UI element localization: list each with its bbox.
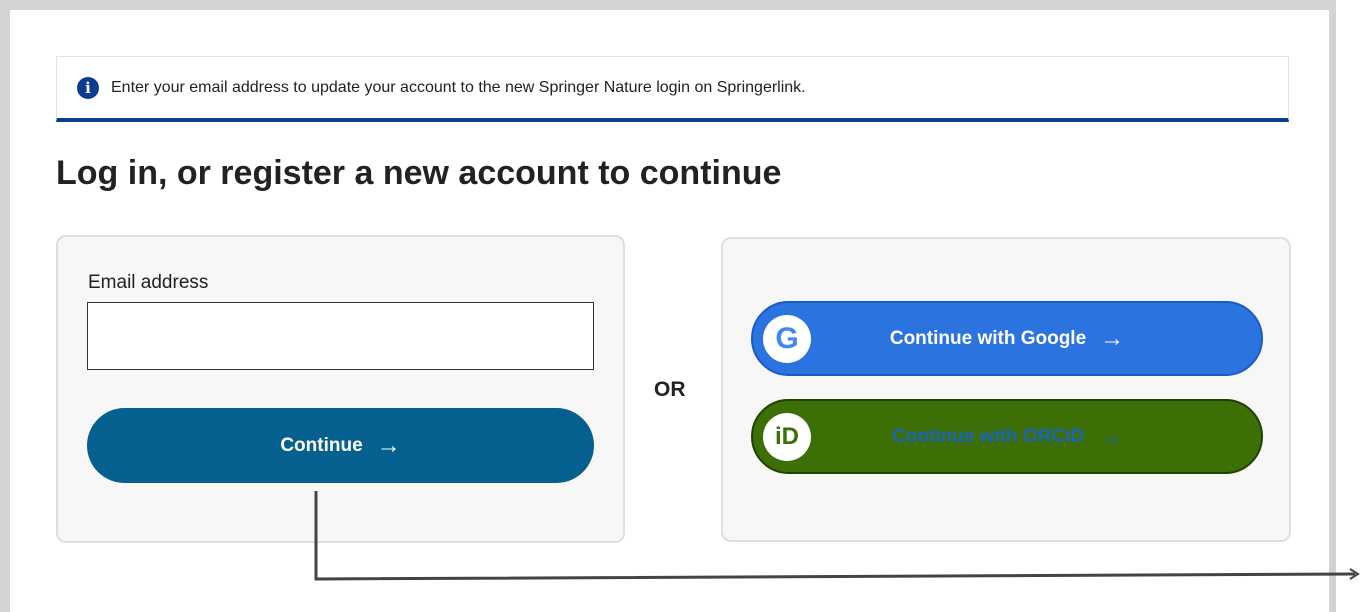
continue-button-label: Continue — [280, 434, 363, 456]
orcid-logo-icon: iD — [763, 412, 811, 461]
continue-with-orcid-button[interactable]: iD Continue with ORCiD → — [751, 399, 1263, 474]
email-label: Email address — [88, 272, 209, 293]
frame-left-border — [0, 0, 10, 612]
email-login-panel: Email address Continue → — [56, 235, 625, 543]
info-icon: i — [77, 76, 99, 99]
or-divider-label: OR — [654, 378, 686, 401]
arrow-right-icon: → — [1100, 324, 1125, 352]
social-login-panel: G Continue with Google → iD Continue wit… — [721, 237, 1291, 542]
info-notice-banner: i Enter your email address to update you… — [56, 56, 1289, 122]
frame-top-border — [0, 0, 1335, 10]
google-button-label: Continue with Google — [889, 327, 1087, 349]
orcid-button-label: Continue with ORCiD — [891, 425, 1085, 447]
email-input[interactable] — [87, 302, 594, 370]
continue-button[interactable]: Continue → — [87, 408, 594, 483]
page-title: Log in, or register a new account to con… — [56, 154, 782, 192]
google-logo-icon: G — [763, 314, 811, 363]
arrow-right-icon: → — [376, 431, 401, 459]
frame-right-border — [1329, 0, 1336, 612]
arrow-right-icon: → — [1098, 422, 1123, 450]
notice-text: Enter your email address to update your … — [111, 78, 806, 96]
continue-with-google-button[interactable]: G Continue with Google → — [751, 301, 1263, 376]
